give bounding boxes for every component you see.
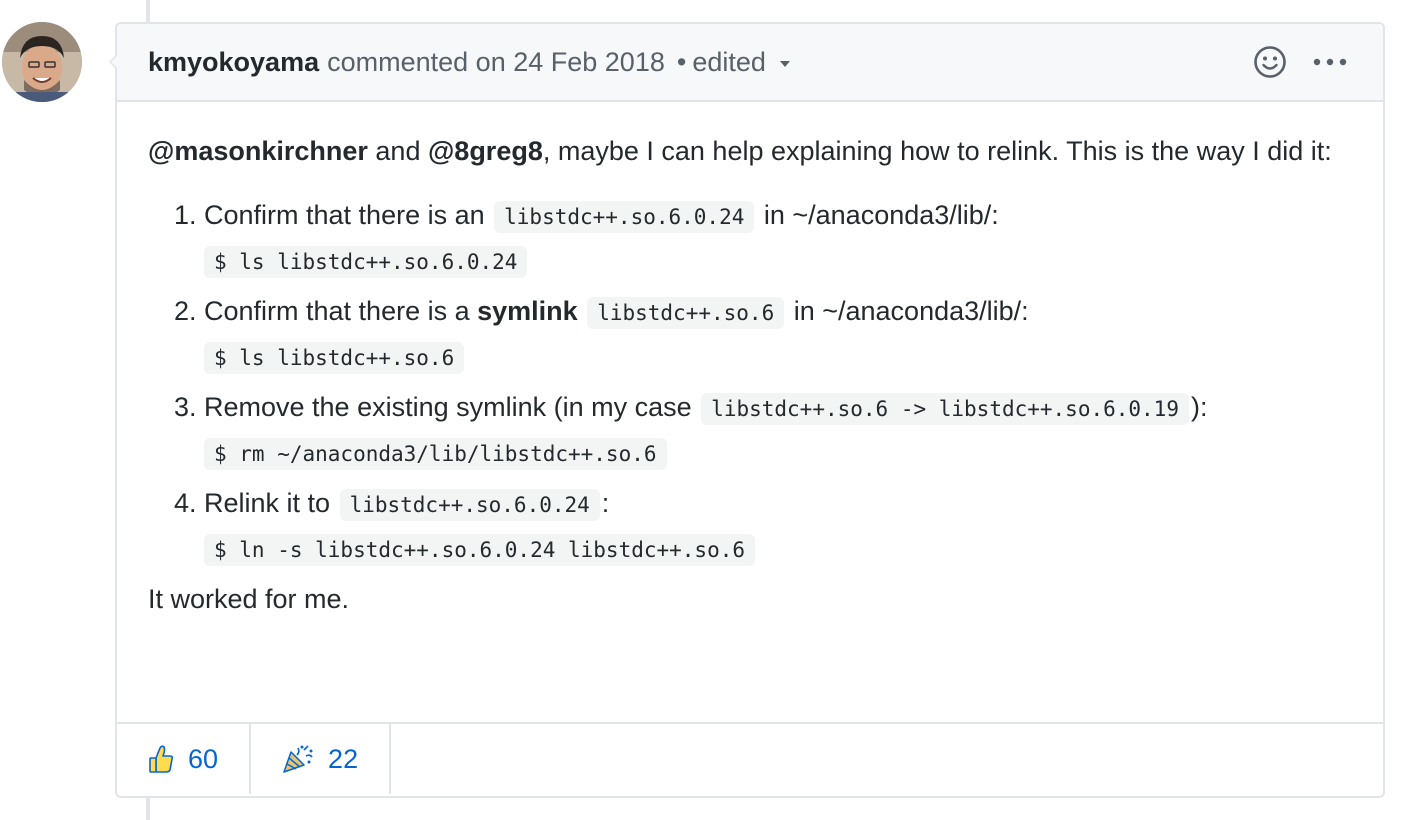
list-item: Remove the existing symlink (in my case …: [204, 386, 1352, 474]
intro-text: , maybe I can help explaining how to rel…: [542, 136, 1332, 166]
command-code: $ ls libstdc++.so.6: [204, 342, 465, 374]
list-item: Confirm that there is an libstdc++.so.6.…: [204, 194, 1352, 282]
reaction-count: 60: [188, 743, 219, 774]
command-code: $ ln -s libstdc++.so.6.0.24 libstdc++.so…: [204, 534, 756, 566]
reaction-hooray[interactable]: 22: [251, 724, 392, 794]
closing-paragraph: It worked for me.: [148, 584, 350, 614]
reaction-count: 22: [328, 743, 359, 774]
step-text: Remove the existing symlink (in my case: [204, 392, 700, 422]
command-line: $ ls libstdc++.so.6.0.24: [204, 240, 1352, 282]
intro-paragraph: @masonkirchner and @8greg8, maybe I can …: [148, 130, 1352, 172]
author-link[interactable]: kmyokoyama: [148, 47, 319, 78]
command-line: $ ln -s libstdc++.so.6.0.24 libstdc++.so…: [204, 528, 1352, 570]
comment-action: commented on 24 Feb 2018: [327, 47, 665, 78]
step-text: in ~/anaconda3/lib/:: [786, 296, 1029, 326]
thumbs-up-icon: [149, 745, 174, 773]
step-text: Confirm that there is an: [204, 200, 493, 230]
step-text: ):: [1190, 392, 1208, 422]
intro-and: and: [367, 136, 428, 166]
comment-card: kmyokoyama commented on 24 Feb 2018 • ed…: [109, 22, 1385, 798]
separator: •: [676, 46, 687, 77]
avatar[interactable]: [2, 22, 82, 102]
reaction-thumbs-up[interactable]: 60: [117, 724, 252, 794]
step-text: Relink it to: [204, 488, 338, 518]
inline-code: libstdc++.so.6.0.24: [494, 201, 755, 233]
command-code: $ rm ~/anaconda3/lib/libstdc++.so.6: [204, 438, 667, 470]
inline-code: libstdc++.so.6.0.24: [339, 489, 600, 521]
bold-text: symlink: [477, 296, 578, 326]
edited-label: edited: [692, 46, 766, 77]
steps-list: Confirm that there is an libstdc++.so.6.…: [148, 194, 1352, 570]
more-options-button[interactable]: [1313, 57, 1347, 67]
comment-body: @masonkirchner and @8greg8, maybe I can …: [117, 102, 1383, 620]
comment-header: kmyokoyama commented on 24 Feb 2018 • ed…: [117, 24, 1383, 102]
mention-link[interactable]: @masonkirchner: [148, 136, 368, 166]
step-text: in ~/anaconda3/lib/:: [756, 200, 999, 230]
edited-dropdown[interactable]: edited: [692, 47, 790, 78]
smiley-icon: [1254, 46, 1286, 78]
avatar-image: [2, 22, 82, 102]
add-reaction-button[interactable]: [1253, 45, 1287, 79]
inline-code: libstdc++.so.6: [587, 297, 785, 329]
step-text: :: [601, 488, 610, 518]
step-text: Confirm that there is a: [204, 296, 478, 326]
command-line: $ rm ~/anaconda3/lib/libstdc++.so.6: [204, 432, 1352, 474]
list-item: Relink it to libstdc++.so.6.0.24: $ ln -…: [204, 482, 1352, 570]
list-item: Confirm that there is a symlink libstdc+…: [204, 290, 1352, 378]
header-actions: [1253, 24, 1347, 100]
reactions-bar: 60 22: [117, 722, 1383, 796]
command-line: $ ls libstdc++.so.6: [204, 336, 1352, 378]
chevron-down-icon: [779, 61, 790, 67]
kebab-horizontal-icon: [1313, 58, 1347, 66]
command-code: $ ls libstdc++.so.6.0.24: [204, 246, 528, 278]
mention-link[interactable]: @8greg8: [428, 136, 543, 166]
inline-code: libstdc++.so.6 -> libstdc++.so.6.0.19: [701, 393, 1189, 425]
action-text: commented on: [327, 46, 506, 77]
comment-date[interactable]: 24 Feb 2018: [513, 47, 665, 77]
hooray-icon: [283, 745, 313, 773]
